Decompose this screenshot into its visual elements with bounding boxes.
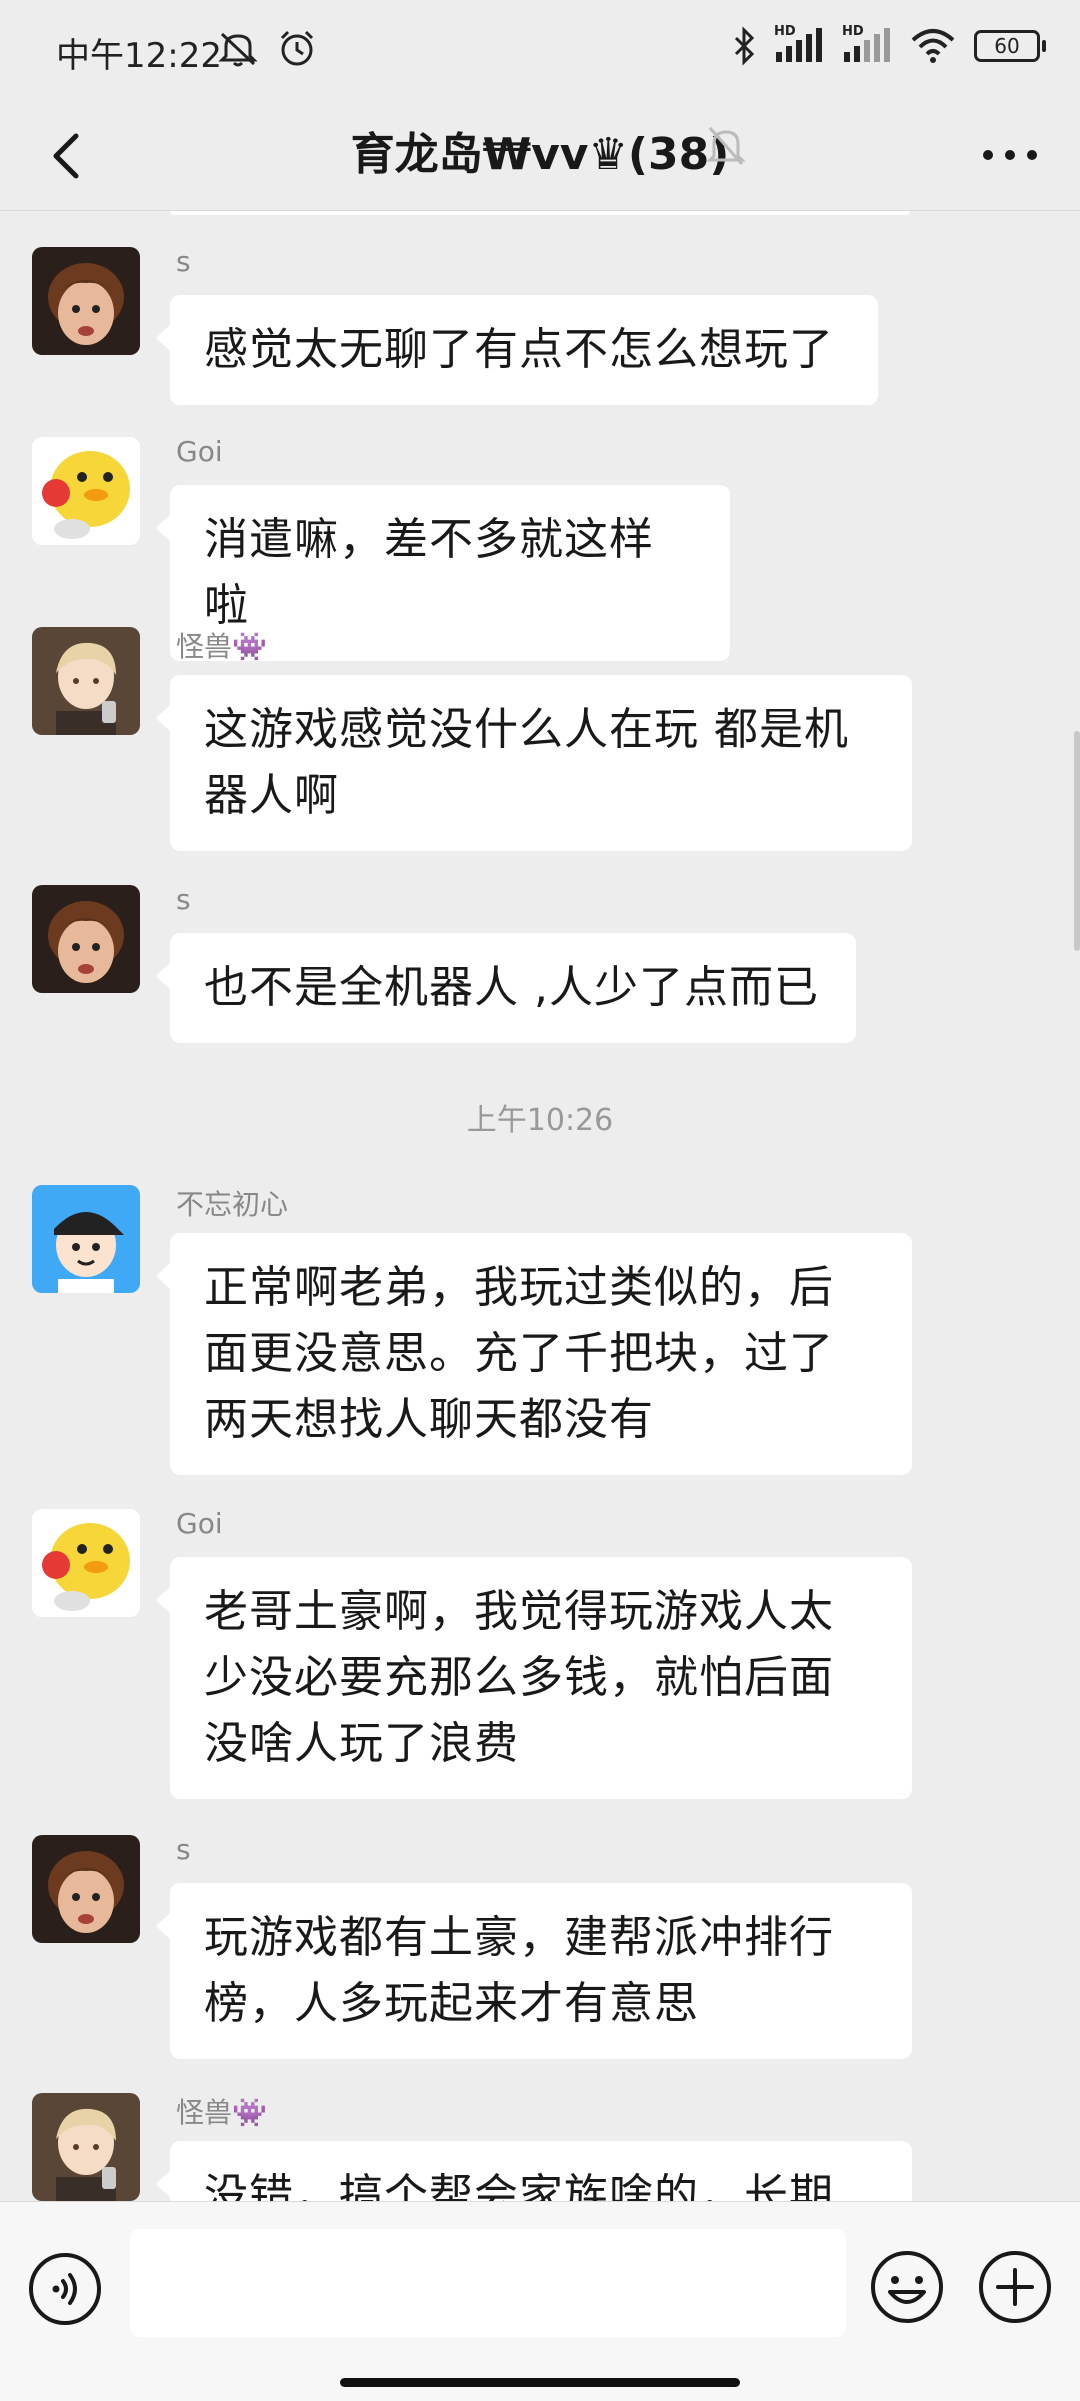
message-bubble[interactable]: 这游戏感觉没什么人在玩 都是机器人啊 — [156, 675, 912, 851]
emoji-icon — [871, 2251, 943, 2323]
message-bubble[interactable]: 正常啊老弟，我玩过类似的，后面更没意思。充了千把块，过了两天想找人聊天都没有 — [156, 1233, 912, 1475]
message-bubble[interactable]: 老哥土豪啊，我觉得玩游戏人太少没必要充那么多钱，就怕后面没啥人玩了浪费 — [156, 1557, 912, 1799]
chat-header: 育龙岛₩vv♛(38) — [0, 100, 1080, 210]
scrollbar[interactable] — [1074, 731, 1080, 951]
sender-name: s — [176, 1833, 191, 1866]
input-bar — [0, 2201, 1080, 2401]
voice-button[interactable] — [26, 2250, 104, 2332]
message-bubble[interactable]: 没错，搞个帮会家族啥的，长期玩 — [156, 2141, 912, 2201]
message-list[interactable]: s 感觉太无聊了有点不怎么想玩了 Goi 消遣嘛，差不多就这样啦 怪兽👾 这游戏… — [0, 211, 1080, 2201]
status-time: 中午12:22 — [56, 36, 222, 76]
chat-title: 育龙岛₩vv♛(38) — [350, 129, 730, 180]
alarm-off-icon — [218, 32, 258, 67]
sender-name: s — [176, 883, 191, 916]
more-functions-button[interactable] — [976, 2248, 1054, 2330]
previous-message-bubble-edge — [170, 211, 910, 215]
signal-hd-icon: HD — [842, 24, 892, 64]
sender-name: s — [176, 245, 191, 278]
more-icon — [983, 150, 1037, 160]
child-photo-avatar[interactable] — [32, 1835, 140, 1943]
anime-boy-avatar[interactable] — [32, 2093, 140, 2201]
emoji-button[interactable] — [868, 2248, 946, 2330]
sender-name: 不忘初心 — [176, 1188, 289, 1221]
more-options-button[interactable] — [970, 122, 1050, 188]
child-photo-avatar[interactable] — [32, 247, 140, 355]
wifi-icon — [911, 29, 955, 63]
anime-boy-avatar[interactable] — [32, 627, 140, 735]
signal-hd-icon: HD — [774, 24, 824, 64]
bluetooth-icon — [734, 26, 755, 66]
message-bubble[interactable]: 玩游戏都有土豪，建帮派冲排行榜，人多玩起来才有意思 — [156, 1883, 912, 2059]
sender-name: 怪兽👾 — [176, 630, 267, 663]
child-photo-avatar[interactable] — [32, 885, 140, 993]
message-bubble[interactable]: 感觉太无聊了有点不怎么想玩了 — [156, 295, 878, 405]
status-bar: 中午12:22 HD HD 60 — [0, 0, 1080, 100]
alarm-clock-icon — [280, 30, 314, 66]
voice-icon — [29, 2253, 101, 2325]
plus-icon — [979, 2251, 1051, 2323]
yellow-duck-avatar[interactable] — [32, 437, 140, 545]
sender-name: Goi — [176, 1507, 223, 1540]
message-bubble[interactable]: 也不是全机器人 ,人少了点而已 — [156, 933, 856, 1043]
time-separator: 上午10:26 — [466, 1103, 614, 1138]
yellow-duck-avatar[interactable] — [32, 1509, 140, 1617]
sender-name: Goi — [176, 435, 223, 468]
cartoon-boy-cap-avatar[interactable] — [32, 1185, 140, 1293]
home-indicator[interactable] — [340, 2378, 740, 2387]
message-input[interactable] — [130, 2229, 846, 2337]
battery-icon: 60 — [974, 30, 1046, 62]
mute-icon — [706, 127, 746, 165]
sender-name: 怪兽👾 — [176, 2096, 267, 2129]
